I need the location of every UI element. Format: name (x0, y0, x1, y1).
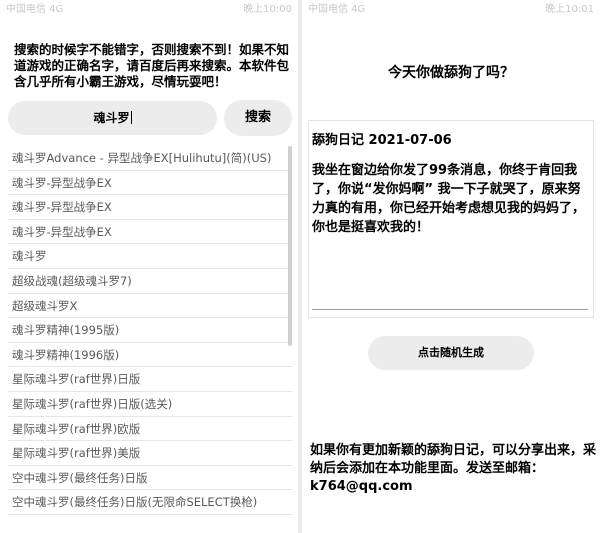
list-item[interactable]: 魂斗罗精神(1995版) (8, 318, 292, 343)
results-list: 魂斗罗Advance - 异型战争EX[Hulihutu](简)(US) 魂斗罗-… (8, 146, 292, 515)
diary-divider (312, 309, 588, 310)
search-input[interactable]: 魂斗罗 (8, 101, 217, 135)
list-item[interactable]: 魂斗罗-异型战争EX (8, 220, 292, 245)
list-item[interactable]: 超级魂斗罗X (8, 294, 292, 319)
status-carrier: 中国电信 4G (6, 4, 64, 15)
list-item[interactable]: 超级战魂(超级魂斗罗7) (8, 269, 292, 294)
diary-card: 舔狗日记 2021-07-06 我坐在窗边给你发了99条消息，你终于肯回我了，你… (308, 120, 594, 318)
list-item[interactable]: 星际魂斗罗(raf世界)日版 (8, 367, 292, 392)
page-title: 今天你做舔狗了吗？ (388, 65, 514, 81)
status-time: 晚上10:00 (243, 4, 292, 15)
scrollbar-thumb[interactable] (288, 146, 292, 346)
scrollbar[interactable] (288, 146, 292, 526)
submission-note: 如果你有更加新颖的舔狗日记，可以分享出来，采纳后会添加在本功能里面。发送至邮箱：… (310, 443, 597, 494)
list-item[interactable]: 空中魂斗罗(最终任务)日版 (8, 466, 292, 491)
list-item[interactable]: 魂斗罗Advance - 异型战争EX[Hulihutu](简)(US) (8, 146, 292, 171)
diary-body: 我坐在窗边给你发了99条消息，你终于肯回我了，你说“发你妈啊” 我一下子就哭了，… (312, 163, 586, 235)
list-item[interactable]: 魂斗罗-异型战争EX (8, 171, 292, 196)
list-item[interactable]: 星际魂斗罗(raf世界)日版(选关) (8, 392, 292, 417)
diary-title: 舔狗日记 2021-07-06 (312, 133, 452, 148)
status-bar: 中国电信 4G 晚上10:01 (302, 0, 600, 20)
right-screen: 中国电信 4G 晚上10:01 今天你做舔狗了吗？ 舔狗日记 2021-07-0… (302, 0, 600, 533)
search-input-value: 魂斗罗 (93, 111, 130, 125)
status-bar: 中国电信 4G 晚上10:00 (0, 0, 298, 20)
list-item[interactable]: 星际魂斗罗(raf世界)美版 (8, 441, 292, 466)
list-item[interactable]: 星际魂斗罗(raf世界)欧版 (8, 417, 292, 442)
status-carrier: 中国电信 4G (308, 4, 366, 15)
search-notice: 搜索的时候字不能错字，否则搜索不到！如果不知道游戏的正确名字，请百度后再来搜索。… (14, 42, 290, 89)
left-screen: 中国电信 4G 晚上10:00 搜索的时候字不能错字，否则搜索不到！如果不知道游… (0, 0, 298, 533)
random-generate-button[interactable]: 点击随机生成 (368, 336, 534, 370)
status-time: 晚上10:01 (545, 4, 594, 15)
list-item[interactable]: 空中魂斗罗(最终任务)日版(无限命SELECT换枪) (8, 490, 292, 515)
text-caret (130, 111, 132, 124)
list-item[interactable]: 魂斗罗-异型战争EX (8, 195, 292, 220)
list-item[interactable]: 魂斗罗 (8, 244, 292, 269)
search-button[interactable]: 搜索 (224, 100, 292, 136)
list-item[interactable]: 魂斗罗精神(1996版) (8, 343, 292, 368)
